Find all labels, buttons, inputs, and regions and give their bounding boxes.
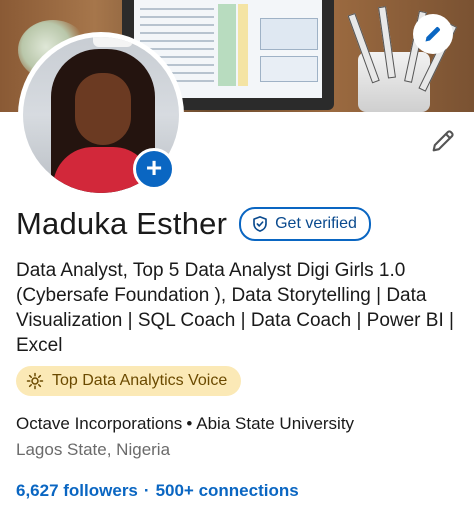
screen-row (140, 24, 214, 26)
screen-row (140, 40, 214, 42)
current-company[interactable]: Octave Incorporations (16, 414, 182, 433)
plus-icon: + (145, 152, 163, 183)
top-voice-label: Top Data Analytics Voice (52, 372, 228, 389)
pencil-icon (425, 27, 440, 42)
name-row: Maduka Esther Get verified (16, 206, 371, 242)
screen-row (140, 16, 214, 18)
top-voice-badge[interactable]: Top Data Analytics Voice (16, 366, 242, 396)
edit-cover-button[interactable] (413, 14, 453, 54)
screen-yellow-column (238, 4, 248, 86)
screen-row (140, 32, 214, 34)
connections-link[interactable]: 500+ connections (156, 481, 299, 500)
separator-dot: · (143, 481, 150, 500)
avatar-ceiling-light (93, 37, 133, 47)
edit-intro-button[interactable] (426, 124, 460, 158)
avatar-face (75, 73, 131, 145)
get-verified-button[interactable]: Get verified (239, 207, 371, 241)
add-photo-button[interactable]: + (133, 148, 175, 190)
pencil-icon (432, 130, 454, 152)
get-verified-label: Get verified (275, 215, 357, 232)
education-school[interactable]: Abia State University (196, 414, 354, 433)
screen-row (140, 8, 214, 10)
screen-chart (260, 56, 318, 82)
screen-green-column (218, 4, 236, 86)
experience-line: Octave Incorporations • Abia State Univers… (16, 414, 354, 434)
profile-name: Maduka Esther (16, 206, 228, 241)
profile-headline: Data Analyst, Top 5 Data Analyst Digi Gi… (16, 260, 454, 356)
followers-link[interactable]: 6,627 followers (16, 481, 138, 500)
shield-check-icon (253, 216, 267, 232)
sun-icon (26, 372, 44, 390)
network-stats: 6,627 followers · 500+ connections (16, 481, 299, 501)
screen-chart (260, 18, 318, 50)
separator-dot: • (186, 414, 193, 433)
profile-location: Lagos State, Nigeria (16, 440, 171, 459)
